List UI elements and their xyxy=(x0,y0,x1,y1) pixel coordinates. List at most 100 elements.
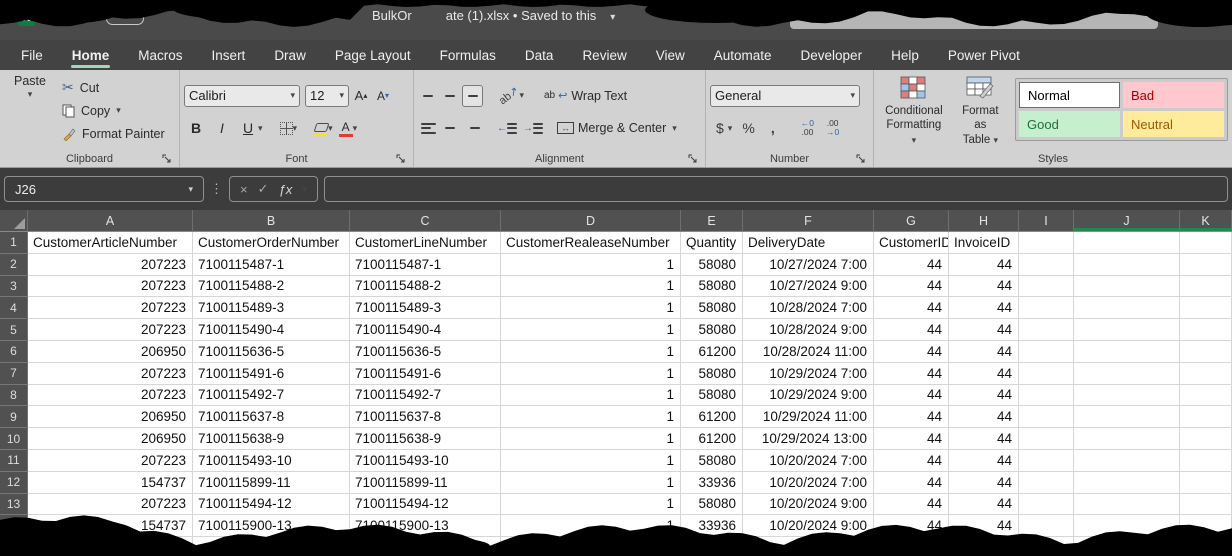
row-header-8[interactable]: 8 xyxy=(0,385,28,407)
cell-J11[interactable] xyxy=(1074,450,1180,472)
search-box[interactable] xyxy=(790,5,1158,29)
ribbon-tab-power-pivot[interactable]: Power Pivot xyxy=(947,44,1021,67)
cell-C6[interactable]: 7100115636-5 xyxy=(350,341,501,363)
cell-C5[interactable]: 7100115490-4 xyxy=(350,319,501,341)
format-as-table-button[interactable]: Format as Table ▾ xyxy=(950,74,1011,150)
cell-D10[interactable]: 1 xyxy=(501,428,681,450)
cell-H5[interactable]: 44 xyxy=(949,319,1019,341)
cell-B12[interactable]: 7100115899-11 xyxy=(193,472,350,494)
row-header-2[interactable]: 2 xyxy=(0,254,28,276)
align-left-button[interactable] xyxy=(418,117,438,139)
cell-H2[interactable]: 44 xyxy=(949,254,1019,276)
row-header-4[interactable]: 4 xyxy=(0,297,28,319)
row-header-1[interactable]: 1 xyxy=(0,232,28,254)
cell-A[interactable] xyxy=(28,537,193,556)
cell-K3[interactable] xyxy=(1180,276,1232,298)
cell-C10[interactable]: 7100115638-9 xyxy=(350,428,501,450)
cell-H6[interactable]: 44 xyxy=(949,341,1019,363)
row-header-14[interactable]: 14 xyxy=(0,515,28,537)
cell-K5[interactable] xyxy=(1180,319,1232,341)
cell-K13[interactable] xyxy=(1180,494,1232,516)
cell-D2[interactable]: 1 xyxy=(501,254,681,276)
cell-E3[interactable]: 58080 xyxy=(681,276,743,298)
cell-B9[interactable]: 7100115637-8 xyxy=(193,406,350,428)
cell-D14[interactable]: 1 xyxy=(501,515,681,537)
cell-K4[interactable] xyxy=(1180,297,1232,319)
cell-F10[interactable]: 10/29/2024 13:00 xyxy=(743,428,874,450)
cell-H9[interactable]: 44 xyxy=(949,406,1019,428)
cell-J4[interactable] xyxy=(1074,297,1180,319)
ribbon-tab-view[interactable]: View xyxy=(655,44,686,67)
column-header-J[interactable]: J xyxy=(1074,210,1180,232)
cell-I4[interactable] xyxy=(1019,297,1074,319)
cell-F7[interactable]: 10/29/2024 7:00 xyxy=(743,363,874,385)
cell-H3[interactable]: 44 xyxy=(949,276,1019,298)
top-align-button[interactable] xyxy=(418,85,438,107)
cell-I10[interactable] xyxy=(1019,428,1074,450)
cell-F12[interactable]: 10/20/2024 7:00 xyxy=(743,472,874,494)
cut-button[interactable]: ✂ Cut xyxy=(62,77,165,99)
cell-C14[interactable]: 7100115900-13 xyxy=(350,515,501,537)
cell-J1[interactable] xyxy=(1074,232,1180,254)
cell-K6[interactable] xyxy=(1180,341,1232,363)
row-header-13[interactable]: 13 xyxy=(0,494,28,516)
chevron-down-icon[interactable]: ▾ xyxy=(610,12,615,23)
column-header-F[interactable]: F xyxy=(743,210,874,232)
cell-style-bad[interactable]: Bad xyxy=(1123,82,1224,108)
cell-K12[interactable] xyxy=(1180,472,1232,494)
cell-K14[interactable] xyxy=(1180,515,1232,537)
cell-G7[interactable]: 44 xyxy=(874,363,949,385)
cell-I1[interactable] xyxy=(1019,232,1074,254)
cell-K1[interactable] xyxy=(1180,232,1232,254)
cell-C7[interactable]: 7100115491-6 xyxy=(350,363,501,385)
cell-D8[interactable]: 1 xyxy=(501,385,681,407)
cell-E14[interactable]: 33936 xyxy=(681,515,743,537)
cell-F13[interactable]: 10/20/2024 9:00 xyxy=(743,494,874,516)
cell-A12[interactable]: 154737 xyxy=(28,472,193,494)
font-dialog-launcher-icon[interactable] xyxy=(396,154,406,164)
cell-A7[interactable]: 207223 xyxy=(28,363,193,385)
cell-I6[interactable] xyxy=(1019,341,1074,363)
name-box[interactable]: J26 ▾ xyxy=(4,176,204,202)
cell-J10[interactable] xyxy=(1074,428,1180,450)
cell-B14[interactable]: 7100115900-13 xyxy=(193,515,350,537)
cell-A1[interactable]: CustomerArticleNumber xyxy=(28,232,193,254)
cell-I12[interactable] xyxy=(1019,472,1074,494)
paste-button[interactable]: Paste ▾ xyxy=(4,74,56,96)
cell-E[interactable] xyxy=(681,537,743,556)
row-header-6[interactable]: 6 xyxy=(0,341,28,363)
cell-E4[interactable]: 58080 xyxy=(681,297,743,319)
cell-E10[interactable]: 61200 xyxy=(681,428,743,450)
cell-D6[interactable]: 1 xyxy=(501,341,681,363)
accounting-format-button[interactable]: $▾ xyxy=(710,117,734,139)
ribbon-tab-macros[interactable]: Macros xyxy=(137,44,183,67)
cell-D12[interactable]: 1 xyxy=(501,472,681,494)
align-right-button[interactable] xyxy=(462,117,482,139)
decrease-font-size-button[interactable]: A▾ xyxy=(373,85,393,107)
cell-B2[interactable]: 7100115487-1 xyxy=(193,254,350,276)
cell-J5[interactable] xyxy=(1074,319,1180,341)
column-header-H[interactable]: H xyxy=(949,210,1019,232)
cell-A14[interactable]: 154737 xyxy=(28,515,193,537)
increase-decimal-button[interactable]: ←0.00 xyxy=(796,117,819,139)
ribbon-tab-home[interactable]: Home xyxy=(71,44,111,67)
cell-J2[interactable] xyxy=(1074,254,1180,276)
cell-E9[interactable]: 61200 xyxy=(681,406,743,428)
cell-E12[interactable]: 33936 xyxy=(681,472,743,494)
cell-B11[interactable]: 7100115493-10 xyxy=(193,450,350,472)
cell-H1[interactable]: InvoiceID xyxy=(949,232,1019,254)
cell-F5[interactable]: 10/28/2024 9:00 xyxy=(743,319,874,341)
cell-F[interactable] xyxy=(743,537,874,556)
cell-I11[interactable] xyxy=(1019,450,1074,472)
cell-G10[interactable]: 44 xyxy=(874,428,949,450)
number-dialog-launcher-icon[interactable] xyxy=(856,154,866,164)
cell-G5[interactable]: 44 xyxy=(874,319,949,341)
cell-I8[interactable] xyxy=(1019,385,1074,407)
row-header-10[interactable]: 10 xyxy=(0,428,28,450)
cell-D9[interactable]: 1 xyxy=(501,406,681,428)
cell-D13[interactable]: 1 xyxy=(501,494,681,516)
increase-indent-button[interactable]: → xyxy=(521,117,545,139)
cell-F3[interactable]: 10/27/2024 9:00 xyxy=(743,276,874,298)
merge-center-button[interactable]: ↔ Merge & Center ▾ xyxy=(555,117,679,139)
cell-style-neutral[interactable]: Neutral xyxy=(1123,111,1224,137)
